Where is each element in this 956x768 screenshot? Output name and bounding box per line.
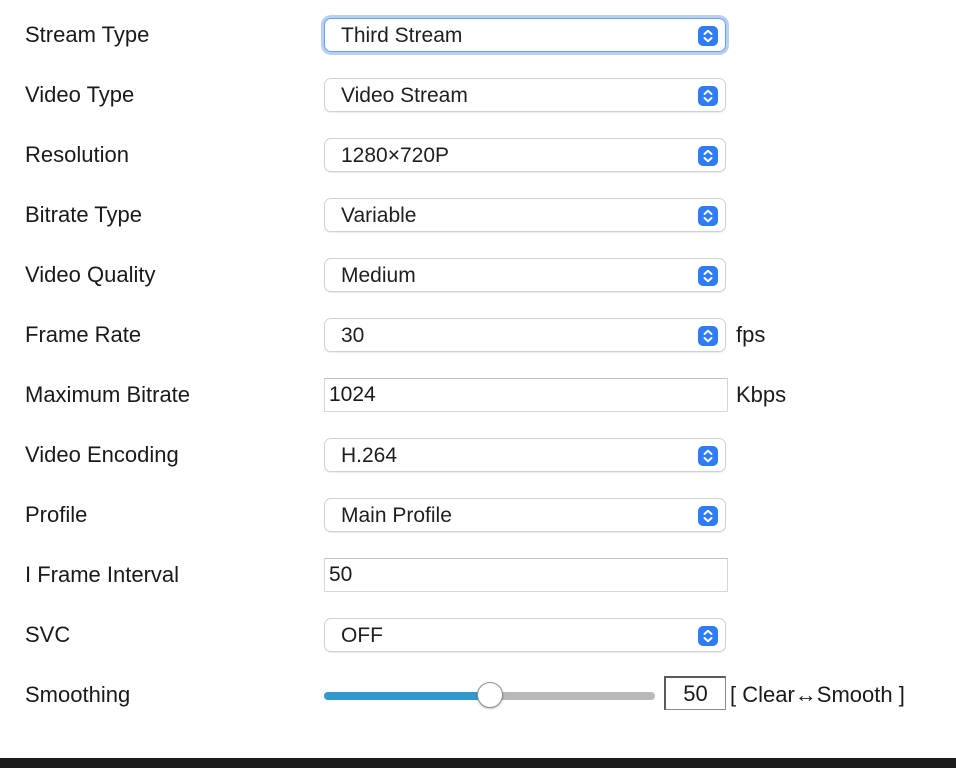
chevron-up-down-icon: [698, 26, 718, 46]
stream-settings-form: Stream Type Third Stream Video Type Vide…: [0, 6, 956, 726]
bitrate-type-select[interactable]: Variable: [324, 198, 726, 232]
i-frame-interval-input[interactable]: [324, 558, 728, 592]
svc-label: SVC: [25, 622, 71, 647]
smoothing-slider[interactable]: [324, 682, 655, 708]
video-encoding-label: Video Encoding: [25, 442, 179, 467]
row-smoothing: Smoothing [ Clear↔Smooth ]: [0, 666, 956, 726]
stream-type-select[interactable]: Third Stream: [324, 18, 726, 52]
smoothing-slider-thumb[interactable]: [477, 682, 503, 708]
video-quality-select[interactable]: Medium: [324, 258, 726, 292]
resolution-select[interactable]: 1280×720P: [324, 138, 726, 172]
stream-type-label: Stream Type: [25, 22, 150, 47]
svc-select[interactable]: OFF: [324, 618, 726, 652]
video-type-label: Video Type: [25, 82, 135, 107]
smoothing-value-input[interactable]: [664, 676, 726, 710]
svc-value: OFF: [341, 624, 383, 647]
chevron-up-down-icon: [698, 266, 718, 286]
chevron-up-down-icon: [698, 626, 718, 646]
profile-select[interactable]: Main Profile: [324, 498, 726, 532]
bottom-bar: [0, 758, 956, 768]
smoothing-slider-fill: [324, 692, 490, 700]
chevron-up-down-icon: [698, 446, 718, 466]
row-video-encoding: Video Encoding H.264: [0, 426, 956, 486]
video-type-select[interactable]: Video Stream: [324, 78, 726, 112]
profile-label: Profile: [25, 502, 88, 527]
profile-value: Main Profile: [341, 504, 452, 527]
chevron-up-down-icon: [698, 326, 718, 346]
frame-rate-unit: fps: [736, 322, 766, 347]
row-svc: SVC OFF: [0, 606, 956, 666]
chevron-up-down-icon: [698, 206, 718, 226]
chevron-up-down-icon: [698, 506, 718, 526]
frame-rate-label: Frame Rate: [25, 322, 142, 347]
maximum-bitrate-input[interactable]: [324, 378, 728, 412]
row-stream-type: Stream Type Third Stream: [0, 6, 956, 66]
frame-rate-select[interactable]: 30: [324, 318, 726, 352]
stream-type-value: Third Stream: [341, 24, 463, 47]
row-maximum-bitrate: Maximum Bitrate Kbps: [0, 366, 956, 426]
i-frame-interval-label: I Frame Interval: [25, 562, 180, 587]
video-encoding-select[interactable]: H.264: [324, 438, 726, 472]
resolution-label: Resolution: [25, 142, 129, 167]
resolution-value: 1280×720P: [341, 144, 450, 167]
row-resolution: Resolution 1280×720P: [0, 126, 956, 186]
chevron-up-down-icon: [698, 86, 718, 106]
row-i-frame-interval: I Frame Interval: [0, 546, 956, 606]
bitrate-type-value: Variable: [341, 204, 417, 227]
video-quality-label: Video Quality: [25, 262, 156, 287]
smoothing-range-hint: [ Clear↔Smooth ]: [730, 682, 905, 707]
row-profile: Profile Main Profile: [0, 486, 956, 546]
row-bitrate-type: Bitrate Type Variable: [0, 186, 956, 246]
video-encoding-value: H.264: [341, 444, 398, 467]
maximum-bitrate-unit: Kbps: [736, 382, 787, 407]
row-video-type: Video Type Video Stream: [0, 66, 956, 126]
chevron-up-down-icon: [698, 146, 718, 166]
frame-rate-value: 30: [341, 324, 365, 347]
smoothing-label: Smoothing: [25, 682, 131, 707]
video-quality-value: Medium: [341, 264, 416, 287]
bitrate-type-label: Bitrate Type: [25, 202, 142, 227]
row-video-quality: Video Quality Medium: [0, 246, 956, 306]
row-frame-rate: Frame Rate 30 fps: [0, 306, 956, 366]
video-type-value: Video Stream: [341, 84, 468, 107]
maximum-bitrate-label: Maximum Bitrate: [25, 382, 191, 407]
